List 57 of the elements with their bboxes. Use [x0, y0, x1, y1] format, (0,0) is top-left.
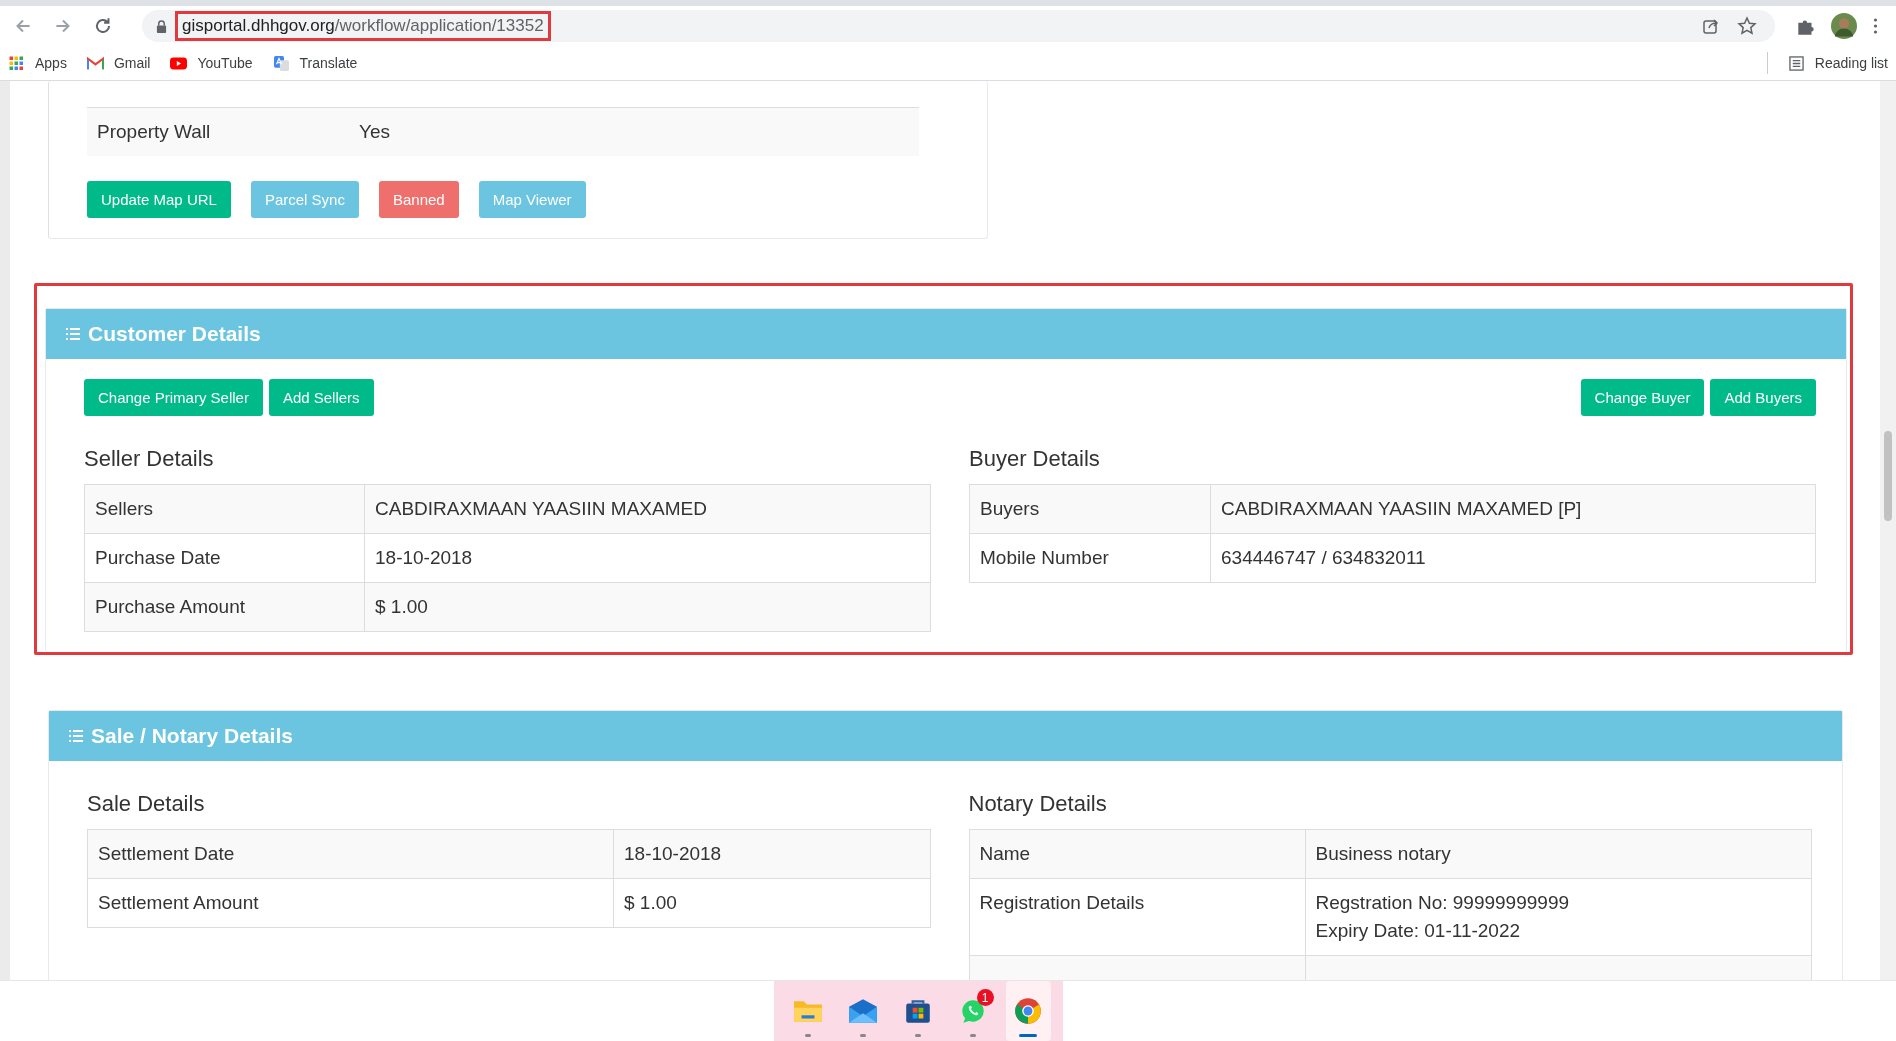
action-button[interactable]: Parcel Sync: [250, 181, 359, 218]
bookmark[interactable]: Gmail: [86, 55, 151, 71]
table-cell: 18-10-2018: [375, 547, 473, 569]
bookmark[interactable]: YouTube: [170, 55, 253, 71]
url-text: gisportal.dhhgov.org/workflow/application/13352: [175, 11, 551, 41]
lock-icon[interactable]: [156, 19, 167, 33]
list-icon: [1787, 55, 1805, 71]
translate-icon: [272, 55, 290, 71]
action-button[interactable]: Update Map URL: [87, 181, 231, 218]
notification-badge: 1: [976, 989, 994, 1006]
list-icon: [66, 328, 80, 340]
table-cell: Regstration No: 99999999999: [1315, 892, 1570, 914]
table-cell: Buyers: [970, 485, 1211, 533]
table-cell-text: Expiry Date: 01-11-2022: [1315, 920, 1522, 942]
section-title: Customer Details: [88, 322, 261, 346]
subsection-heading: Sale Details: [87, 791, 206, 817]
table-cell: Sellers: [85, 485, 365, 533]
taskbar-app[interactable]: [1005, 981, 1051, 1041]
table-cell: CABDIRAXMAAN YAASIIN MAXAMED [P]: [1221, 498, 1582, 520]
browser-icon: [1013, 997, 1043, 1025]
taskbar-app[interactable]: 1: [950, 981, 996, 1041]
list-icon: [69, 730, 83, 742]
action-button[interactable]: Add Sellers: [268, 379, 374, 416]
table-cell: Mobile Number: [970, 534, 1211, 582]
table-cell: $ 1.00: [624, 892, 677, 914]
avatar-icon[interactable]: [1831, 13, 1857, 39]
reading-list-button[interactable]: Reading list: [1787, 55, 1888, 71]
subsection-heading: Buyer Details: [969, 446, 1101, 472]
table-cell: Settlement Date: [88, 830, 614, 878]
action-button[interactable]: Change Buyer: [1580, 379, 1705, 416]
action-button[interactable]: Add Buyers: [1710, 379, 1816, 416]
play-icon: [170, 55, 188, 71]
table-cell: Business notary: [1315, 843, 1451, 865]
address-bar[interactable]: gisportal.dhhgov.org/workflow/application/13352: [142, 10, 1775, 42]
table-cell: 634446747 / 634832011: [1221, 547, 1426, 569]
action-button[interactable]: Change Primary Seller: [84, 379, 263, 416]
shopping-bag-icon: [903, 997, 933, 1025]
scrollbar-thumb[interactable]: [1884, 431, 1892, 521]
bookmark[interactable]: Apps: [8, 55, 67, 71]
table-cell: Settlement Amount: [88, 879, 614, 927]
table-cell: Purchase Amount: [85, 583, 365, 631]
bookmark[interactable]: Translate: [272, 55, 358, 71]
grid-icon: [8, 55, 25, 71]
subsection-heading: Notary Details: [968, 791, 1108, 817]
subsection-heading: Seller Details: [84, 446, 215, 472]
action-button[interactable]: Map Viewer: [478, 181, 586, 218]
table-cell: Yes: [359, 121, 390, 143]
table-cell-text: Property Wall: [96, 121, 212, 143]
action-button[interactable]: Banned: [378, 181, 459, 218]
envelope-icon: [848, 997, 878, 1025]
scrollbar[interactable]: [1880, 81, 1896, 980]
table-cell: CABDIRAXMAAN YAASIIN MAXAMED: [375, 498, 707, 520]
table-cell: 18-10-2018: [624, 843, 722, 865]
section-title: Sale / Notary Details: [91, 724, 293, 748]
table-cell: Name: [969, 830, 1306, 878]
table-cell: $ 1.00: [375, 596, 428, 618]
mail-icon: [86, 55, 104, 71]
